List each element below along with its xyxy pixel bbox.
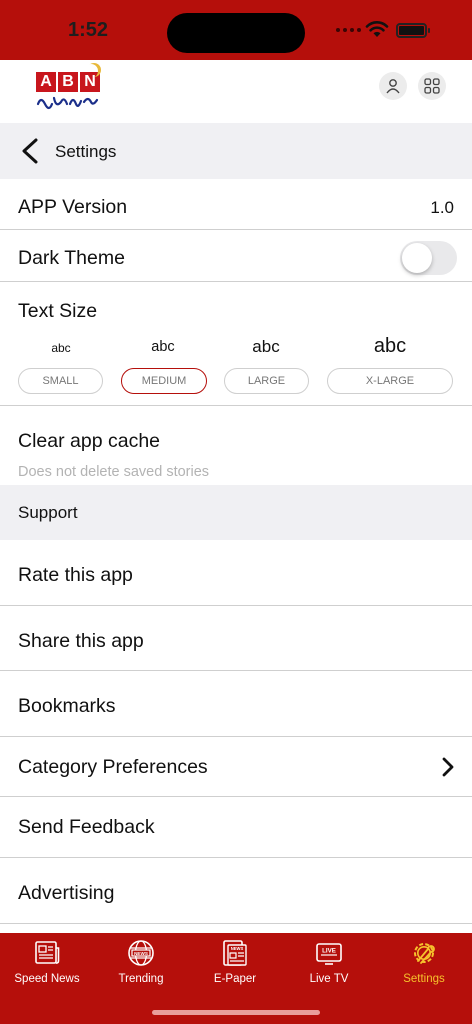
epaper-icon: NEWS: [223, 940, 247, 966]
text-size-sample-large: abc: [252, 337, 280, 356]
svg-text:NEWS: NEWS: [231, 946, 244, 951]
svg-text:LIVE: LIVE: [322, 948, 336, 955]
clear-cache-subtitle: Does not delete saved stories: [18, 464, 210, 480]
tab-live-tv[interactable]: LIVE Live TV: [282, 933, 376, 993]
back-chevron-icon[interactable]: [18, 137, 42, 165]
app-version-label: APP Version: [18, 196, 128, 218]
text-size-sample-medium: abc: [151, 339, 175, 355]
advertising-label: Advertising: [18, 882, 115, 904]
dynamic-island: [167, 13, 305, 53]
newspaper-icon: [35, 941, 60, 964]
category-preferences-row[interactable]: Category Preferences: [0, 737, 472, 797]
user-icon: [386, 79, 400, 94]
clear-cache-row[interactable]: Clear app cache Does not delete saved st…: [0, 406, 472, 485]
clear-cache-label: Clear app cache: [18, 430, 161, 452]
tab-label: E-Paper: [213, 973, 257, 985]
tab-label: Trending: [118, 973, 164, 985]
send-feedback-label: Send Feedback: [18, 816, 155, 838]
abn-logo[interactable]: A B N: [36, 68, 102, 118]
bookmarks-row[interactable]: Bookmarks: [0, 671, 472, 737]
text-size-sample-small: abc: [51, 341, 71, 355]
chevron-right-icon: [442, 757, 454, 777]
text-size-sample-xlarge: abc: [373, 335, 407, 357]
app-version-row: APP Version 1.0: [0, 179, 472, 230]
tab-e-paper[interactable]: NEWS E-Paper: [188, 933, 282, 993]
tab-label: Live TV: [309, 973, 349, 985]
page-title: Settings: [55, 142, 117, 161]
status-bar: 1:52: [0, 0, 472, 60]
bookmarks-label: Bookmarks: [18, 695, 116, 717]
text-size-xlarge-button[interactable]: X-LARGE: [327, 368, 453, 394]
text-size-label: Text Size: [18, 300, 98, 322]
tab-speed-news[interactable]: Speed News: [0, 933, 94, 993]
tab-settings[interactable]: Settings: [377, 933, 471, 993]
support-section-header: Support: [0, 485, 472, 540]
wifi-icon: [365, 21, 389, 37]
rate-app-label: Rate this app: [18, 564, 133, 586]
text-size-row: Text Size abc abc abc abc SMALL MEDIUM L…: [0, 282, 472, 406]
settings-nav-bar: Settings: [0, 123, 472, 179]
globe-news-icon: NEWS: [128, 940, 154, 966]
logo-script-icon: [36, 96, 99, 110]
svg-text:NEWS: NEWS: [134, 951, 148, 956]
app-header: A B N: [0, 60, 472, 123]
share-app-label: Share this app: [18, 630, 144, 652]
dark-theme-toggle[interactable]: [400, 241, 457, 275]
status-time: 1:52: [68, 19, 109, 41]
tab-label: Settings: [403, 973, 445, 985]
tab-trending[interactable]: NEWS Trending: [94, 933, 188, 993]
dark-theme-label: Dark Theme: [18, 247, 125, 269]
app-version-value: 1.0: [430, 198, 454, 217]
text-size-large-button[interactable]: LARGE: [224, 368, 309, 394]
category-preferences-label: Category Preferences: [18, 756, 208, 778]
live-tv-icon: LIVE: [316, 943, 342, 965]
gear-wrench-icon: [414, 943, 435, 964]
tab-label: Speed News: [14, 973, 80, 985]
support-header-label: Support: [18, 503, 78, 522]
dark-theme-row: Dark Theme: [0, 230, 472, 282]
grid-icon: [424, 78, 440, 94]
text-size-medium-button[interactable]: MEDIUM: [121, 368, 207, 394]
bottom-tab-bar: Speed News NEWS Trending NEWS E-Paper LI…: [0, 933, 472, 1024]
moon-icon: [84, 64, 98, 78]
menu-grid-button[interactable]: [418, 72, 446, 100]
battery-icon: [396, 23, 430, 38]
send-feedback-row[interactable]: Send Feedback: [0, 797, 472, 858]
profile-button[interactable]: [379, 72, 407, 100]
text-size-small-button[interactable]: SMALL: [18, 368, 103, 394]
advertising-row[interactable]: Advertising: [0, 858, 472, 924]
toggle-knob: [402, 243, 432, 273]
share-app-row[interactable]: Share this app: [0, 606, 472, 671]
signal-icon: [336, 28, 361, 32]
rate-app-row[interactable]: Rate this app: [0, 540, 472, 606]
home-indicator: [152, 1010, 320, 1015]
